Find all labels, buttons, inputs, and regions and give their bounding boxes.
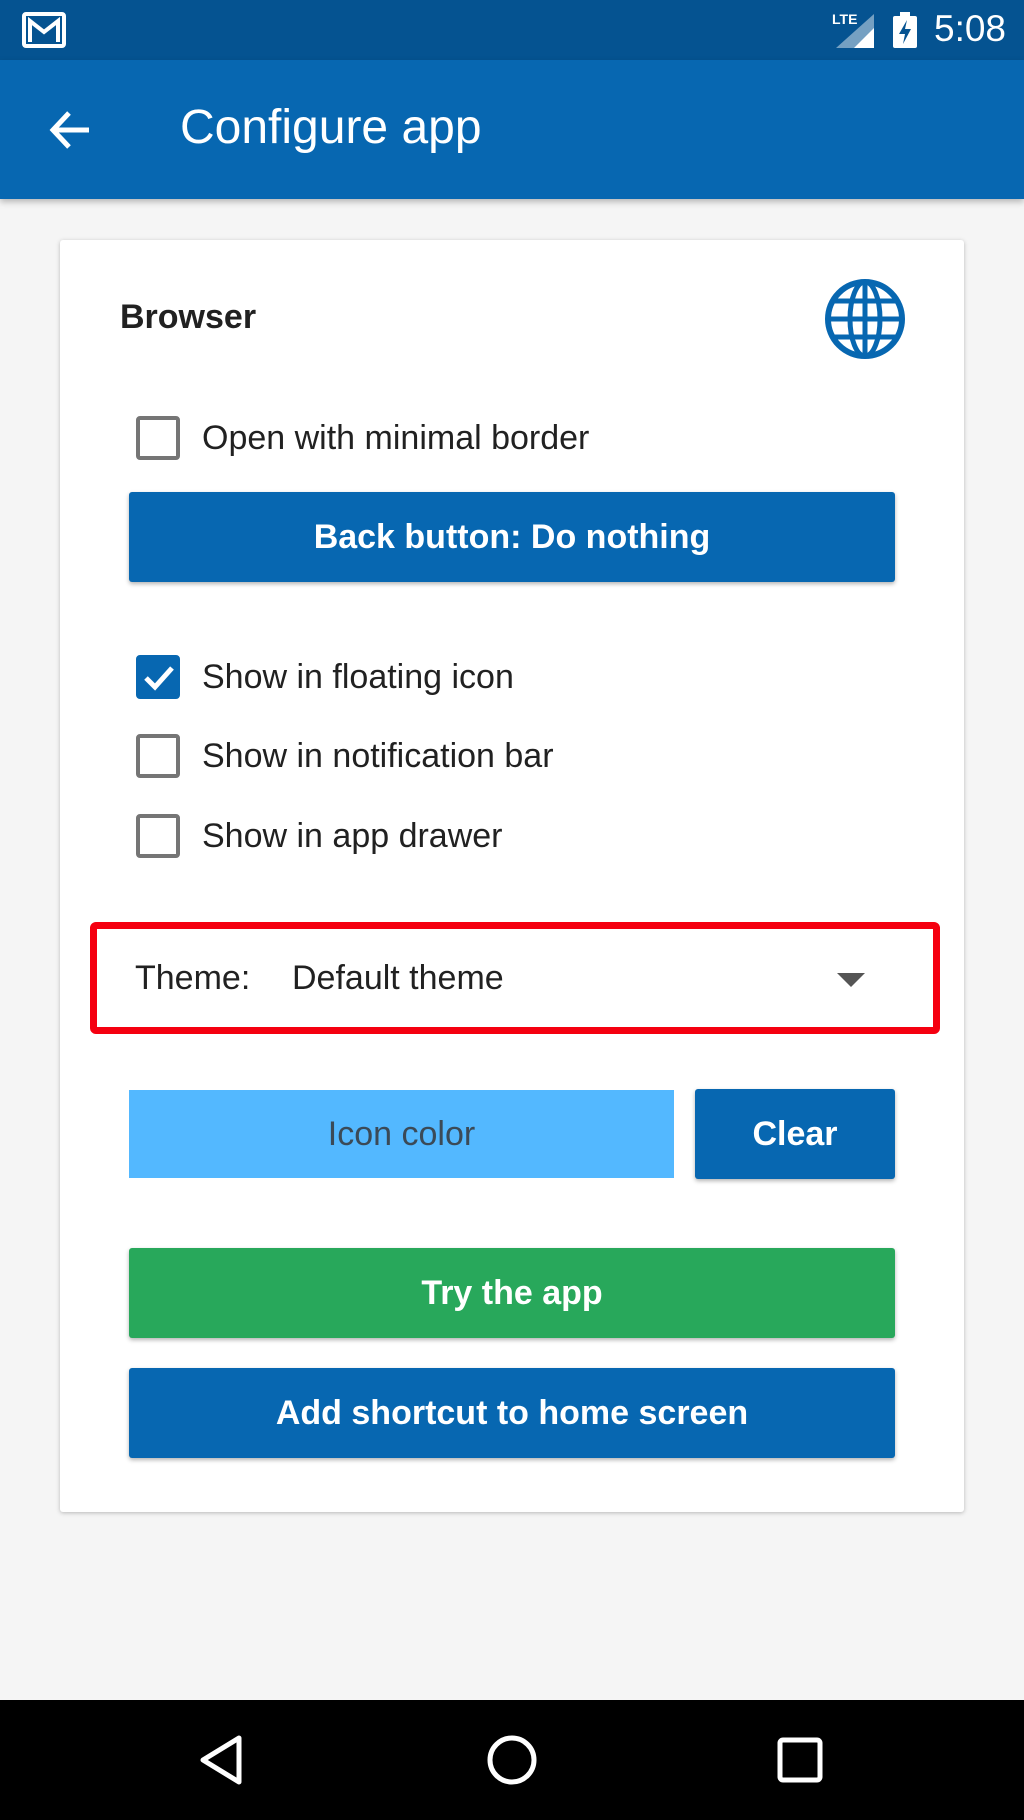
theme-label: Theme: <box>135 959 251 997</box>
nav-home-icon[interactable] <box>482 1730 542 1790</box>
clock: 5:08 <box>934 8 1007 49</box>
browser-config-card: Browser Open with minimal border Back bu… <box>60 240 964 1512</box>
notification-bar-option[interactable]: Show in notification bar <box>136 731 554 781</box>
battery-charging-icon <box>893 12 917 48</box>
minimal-border-option[interactable]: Open with minimal border <box>136 413 589 463</box>
gmail-icon <box>22 12 66 48</box>
signal-lte-icon: LTE <box>832 11 874 48</box>
theme-selector[interactable]: Theme: Default theme <box>90 922 940 1034</box>
minimal-border-label: Open with minimal border <box>202 418 590 457</box>
app-drawer-label: Show in app drawer <box>202 816 503 855</box>
theme-value[interactable]: Default theme <box>292 959 504 998</box>
checkmark-icon <box>144 666 174 691</box>
notification-bar-checkbox[interactable] <box>136 734 180 778</box>
icon-color-button[interactable]: Icon color <box>129 1090 674 1178</box>
dropdown-arrow-icon[interactable] <box>837 973 865 987</box>
app-bar: Configure app <box>0 60 1024 199</box>
floating-icon-option[interactable]: Show in floating icon <box>136 652 514 702</box>
floating-icon-label: Show in floating icon <box>202 657 514 696</box>
back-button-behavior-button[interactable]: Back button: Do nothing <box>129 492 895 582</box>
svg-text:LTE: LTE <box>832 11 857 27</box>
navigation-bar <box>0 1700 1024 1820</box>
notification-bar-label: Show in notification bar <box>202 736 554 775</box>
floating-icon-checkbox[interactable] <box>136 655 180 699</box>
clear-button[interactable]: Clear <box>695 1089 895 1179</box>
minimal-border-checkbox[interactable] <box>136 416 180 460</box>
status-bar: LTE 5:08 <box>0 0 1024 60</box>
page-title: Configure app <box>180 101 482 154</box>
nav-recents-icon[interactable] <box>770 1730 830 1790</box>
card-title: Browser <box>120 298 257 336</box>
globe-icon <box>825 279 905 359</box>
app-drawer-option[interactable]: Show in app drawer <box>136 811 503 861</box>
add-shortcut-button[interactable]: Add shortcut to home screen <box>129 1368 895 1458</box>
arrow-back-icon[interactable] <box>45 105 95 155</box>
try-app-button[interactable]: Try the app <box>129 1248 895 1338</box>
nav-back-icon[interactable] <box>193 1730 253 1790</box>
app-drawer-checkbox[interactable] <box>136 814 180 858</box>
